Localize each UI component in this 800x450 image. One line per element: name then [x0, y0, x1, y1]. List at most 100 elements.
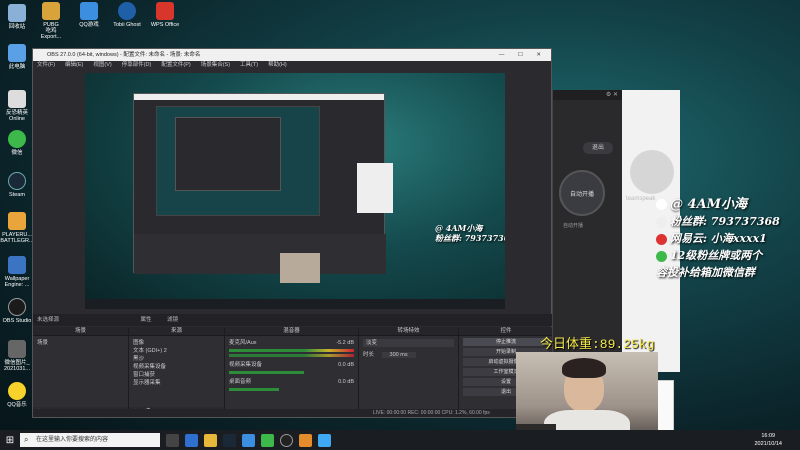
source-item[interactable]: 文本 (GDI+) 2	[133, 347, 220, 355]
mixer-dock: 混音器 麦克风/Aux -5.2 dB 视频采集设备 0.0 dB 桌面音频 0.0 …	[225, 327, 359, 417]
menu-tools[interactable]: 工具(T)	[240, 61, 258, 70]
search-icon: ⌕	[24, 435, 29, 444]
obs-status-bar: LIVE: 00:00:00 REC: 00:00:00 CPU: 1.2%, …	[33, 409, 553, 417]
wechat-icon	[656, 250, 667, 262]
window-controls[interactable]: ⚙ ✕	[553, 90, 622, 100]
mixer-channel-db: 0.0 dB	[338, 362, 354, 368]
stop-streaming-button[interactable]: 停止推流	[463, 338, 549, 346]
windows-start-icon[interactable]: ⊞	[0, 430, 20, 450]
wallpaper-engine-icon[interactable]: Wallpaper Engine: ...	[0, 256, 34, 288]
obs-title-text: OBS 27.0.0 (64-bit, windows) - 配置文件: 未命名…	[47, 52, 201, 58]
obs-studio-icon[interactable]: OBS Studio	[0, 298, 34, 324]
source-item[interactable]: 窗口捕获	[133, 371, 220, 379]
task-view-icon[interactable]	[166, 433, 179, 447]
overlay-line: @ 4AM小海	[656, 196, 780, 213]
menu-docks[interactable]: 停靠部件(D)	[122, 61, 152, 70]
app-taskbar-icon[interactable]	[318, 433, 331, 447]
properties-button[interactable]: 属性	[141, 317, 152, 323]
live-client-window: ⚙ ✕ 退出 自动开播 自动开播	[552, 90, 622, 372]
obs-preview[interactable]: @ 4AM小海 粉丝群: 793737368	[85, 73, 505, 309]
obs-window: OBS 27.0.0 (64-bit, windows) - 配置文件: 未命名…	[32, 48, 553, 418]
headset-icon	[630, 150, 674, 194]
menu-scene-collection[interactable]: 场景集合(S)	[201, 61, 230, 70]
source-toolbar: 未选择源 属性 滤镜	[33, 314, 553, 326]
clock-time: 16:09	[761, 433, 776, 439]
scenes-dock-title: 场景	[33, 327, 128, 336]
scene-item[interactable]: 场景	[37, 339, 124, 347]
steam-taskbar-icon[interactable]	[223, 433, 236, 447]
nested-webcam	[280, 253, 320, 283]
menu-edit[interactable]: 编辑(E)	[65, 61, 83, 70]
qq-icon	[656, 216, 667, 228]
taskbar-clock[interactable]: 16:09 2021/10/14	[754, 432, 782, 448]
edge-icon[interactable]	[185, 433, 198, 447]
taskbar-search-input[interactable]: ⌕ 在这里输入你要搜索的内容	[20, 433, 160, 447]
overlay-line: 粉丝群: 793737368	[656, 213, 780, 230]
menu-help[interactable]: 帮助(H)	[268, 61, 287, 70]
wechat-taskbar-icon[interactable]	[261, 433, 274, 447]
douyu-icon	[656, 199, 667, 210]
no-source-label: 未选择源	[37, 317, 60, 323]
source-item[interactable]: 图像	[133, 339, 220, 347]
obs-menu-bar: 文件(F) 编辑(E) 视图(V) 停靠部件(D) 配置文件(P) 场景集合(S…	[33, 61, 551, 70]
sources-dock: 来源 图像 文本 (GDI+) 2 黑沙 视频采集设备 窗口捕获 显示器采集 +…	[129, 327, 225, 417]
file-explorer-icon[interactable]	[204, 433, 217, 447]
mixer-channel-db: 0.0 dB	[338, 379, 354, 385]
wechat-image-icon[interactable]: 微信图片_ 2021031...	[0, 340, 34, 372]
teamspeak-logo: teamspeak	[626, 196, 656, 202]
netease-icon	[656, 233, 667, 245]
audio-meter	[229, 354, 354, 357]
menu-profile[interactable]: 配置文件(P)	[161, 61, 190, 70]
audio-meter	[229, 349, 354, 352]
transitions-dock: 转场特效 淡变 时长 300 ms	[359, 327, 459, 417]
source-item[interactable]: 黑沙	[133, 355, 220, 363]
sources-dock-title: 来源	[129, 327, 224, 336]
mixer-channel-name: 麦克风/Aux	[229, 340, 257, 346]
pubg-export-icon[interactable]: PUBG 吃鸡 Export...	[34, 2, 68, 40]
nested-obs-capture	[133, 93, 386, 274]
taskbar: ⊞ ⌕ 在这里输入你要搜索的内容 16:09 2021/10/14	[0, 430, 800, 450]
audio-meter	[229, 371, 304, 374]
source-item[interactable]: 显示器采集	[133, 379, 220, 387]
auto-start-label: 自动开播	[563, 223, 584, 229]
qq-taskbar-icon[interactable]	[242, 433, 255, 447]
qq-game-icon[interactable]: QQ游戏	[72, 2, 106, 40]
pubg-icon[interactable]: PLAYERU... BATTLEGR...	[0, 212, 34, 244]
preview-taskbar	[85, 299, 505, 309]
tobii-ghost-icon[interactable]: Tobii Ghost	[110, 2, 144, 40]
controls-dock-title: 控件	[459, 327, 553, 336]
nested-white-window	[357, 163, 393, 213]
transition-type-select[interactable]: 淡变	[363, 339, 454, 347]
this-pc-icon[interactable]: 此电脑	[0, 44, 34, 70]
preview-overlay: @ 4AM小海 粉丝群: 793737368	[435, 223, 505, 243]
obs-taskbar-icon[interactable]	[280, 433, 293, 447]
duration-label: 时长	[363, 352, 375, 358]
clock-date: 2021/10/14	[754, 441, 782, 447]
counter-strike-icon[interactable]: 反恐精英 Online	[0, 90, 34, 122]
mixer-dock-title: 混音器	[225, 327, 358, 336]
duration-input[interactable]: 300 ms	[381, 352, 416, 358]
source-item[interactable]: 视频采集设备	[133, 363, 220, 371]
app-taskbar-icon[interactable]	[299, 433, 312, 447]
scenes-dock: 场景 场景 + − ∧ ∨	[33, 327, 129, 417]
wechat-icon[interactable]: 微信	[0, 130, 34, 156]
menu-view[interactable]: 视图(V)	[93, 61, 111, 70]
recycle-bin-icon[interactable]: 回收站	[0, 4, 34, 30]
client-button[interactable]: 退出	[583, 142, 613, 154]
obs-title-bar[interactable]: OBS 27.0.0 (64-bit, windows) - 配置文件: 未命名…	[33, 49, 551, 61]
qq-music-icon[interactable]: QQ音乐	[0, 382, 34, 408]
window-controls[interactable]: — ☐ ✕	[499, 49, 547, 61]
auto-start-button[interactable]: 自动开播	[559, 170, 605, 216]
filters-button[interactable]: 滤镜	[167, 317, 178, 323]
audio-meter	[229, 388, 279, 391]
streamer-hair	[562, 358, 606, 378]
wps-office-icon[interactable]: WPS Office	[148, 2, 182, 40]
overlay-line: 12级粉丝牌或两个	[656, 247, 780, 264]
weight-overlay: 今日体重:89.25kg	[540, 337, 655, 352]
menu-file[interactable]: 文件(F)	[37, 61, 55, 70]
top-desktop-icons: PUBG 吃鸡 Export... QQ游戏 Tobii Ghost WPS O…	[34, 2, 182, 40]
steam-icon[interactable]: Steam	[0, 172, 34, 198]
mixer-channel-db: -5.2 dB	[336, 340, 354, 346]
overlay-line: 容投补给箱加微信群	[656, 266, 755, 279]
transitions-dock-title: 转场特效	[359, 327, 458, 336]
